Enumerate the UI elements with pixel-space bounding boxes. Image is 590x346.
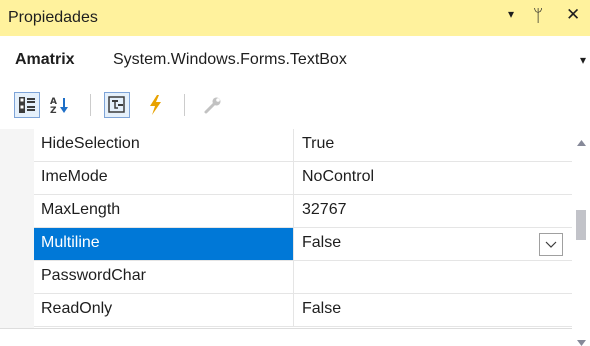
property-row-imemode[interactable]: ImeMode NoControl: [34, 162, 572, 195]
property-value[interactable]: False: [294, 294, 572, 326]
property-value[interactable]: [294, 261, 572, 293]
property-name: HideSelection: [34, 129, 294, 161]
svg-text:Z: Z: [50, 106, 57, 114]
value-dropdown-button[interactable]: [539, 233, 563, 256]
properties-toolbar: A Z: [0, 84, 590, 130]
events-button[interactable]: [142, 92, 168, 118]
properties-button[interactable]: [104, 92, 130, 118]
panel-title: Propiedades: [8, 9, 98, 26]
title-bar[interactable]: Propiedades ▾ ᛘ ✕: [0, 0, 590, 36]
property-grid: HideSelection True ImeMode NoControl Max…: [0, 129, 590, 346]
properties-icon: [108, 96, 125, 113]
pin-icon[interactable]: ᛘ: [533, 6, 543, 26]
object-type: System.Windows.Forms.TextBox: [113, 51, 347, 68]
property-name: ImeMode: [34, 162, 294, 194]
vertical-scrollbar[interactable]: [572, 129, 590, 346]
properties-panel: Propiedades ▾ ᛘ ✕ Amatrix System.Windows…: [0, 0, 590, 346]
property-row-maxlength[interactable]: MaxLength 32767: [34, 195, 572, 228]
scroll-up-icon[interactable]: [577, 140, 586, 146]
property-value[interactable]: 32767: [294, 195, 572, 227]
window-options-dropdown-icon[interactable]: ▾: [508, 7, 514, 21]
grid-gutter: [0, 129, 34, 329]
grid-bottom-border: [0, 328, 572, 329]
object-name: Amatrix: [15, 51, 75, 68]
toolbar-separator: [90, 94, 91, 116]
object-selector[interactable]: Amatrix System.Windows.Forms.TextBox ▾: [0, 36, 590, 85]
chevron-down-icon: [545, 241, 557, 248]
property-value[interactable]: False: [294, 228, 572, 260]
property-value[interactable]: NoControl: [294, 162, 572, 194]
property-name: ReadOnly: [34, 294, 294, 326]
property-row-hideselection[interactable]: HideSelection True: [34, 129, 572, 162]
categorized-button[interactable]: [14, 92, 40, 118]
property-row-passwordchar[interactable]: PasswordChar: [34, 261, 572, 294]
toolbar-separator: [184, 94, 185, 116]
alphabetical-button[interactable]: A Z: [47, 92, 73, 118]
alphabetical-sort-icon: A Z: [50, 97, 68, 114]
property-name: PasswordChar: [34, 261, 294, 293]
property-name: Multiline: [34, 228, 294, 260]
property-name: MaxLength: [34, 195, 294, 227]
scrollbar-thumb[interactable]: [576, 210, 586, 240]
property-pages-wrench-icon: [204, 97, 221, 114]
object-selector-dropdown-icon[interactable]: ▾: [580, 53, 586, 67]
property-row-multiline[interactable]: Multiline False: [34, 228, 572, 261]
scroll-down-icon[interactable]: [577, 340, 586, 346]
events-lightning-icon: [150, 95, 161, 115]
close-icon[interactable]: ✕: [566, 5, 580, 25]
categorized-icon: [19, 97, 35, 113]
property-value[interactable]: True: [294, 129, 572, 161]
property-row-readonly[interactable]: ReadOnly False: [34, 294, 572, 327]
property-pages-button[interactable]: [200, 92, 226, 118]
